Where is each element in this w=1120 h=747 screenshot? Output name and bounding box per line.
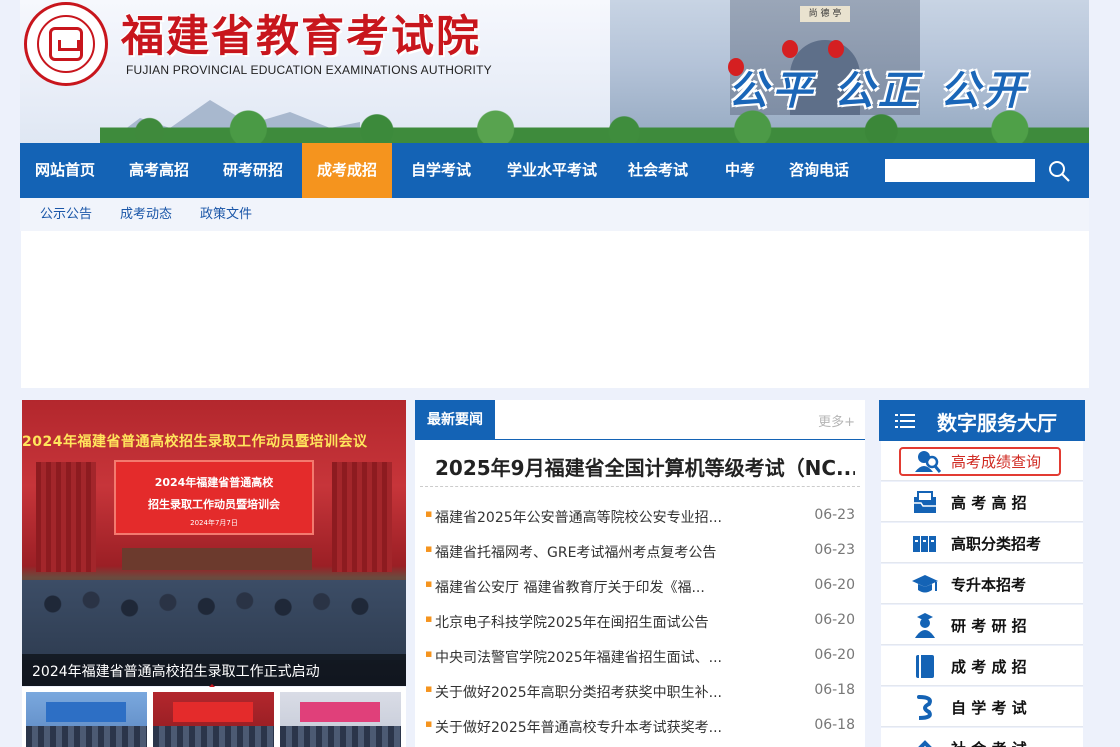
bullet-icon: ▪ — [425, 577, 433, 590]
subnav-item-news[interactable]: 成考动态 — [120, 198, 172, 231]
bullet-icon: ▪ — [425, 542, 433, 555]
news-carousel[interactable]: 2024年福建省普通高校招生录取工作动员暨培训会议 2024年福建省普通高校 招… — [22, 400, 406, 686]
nav-item-shehui[interactable]: 社会考试 — [618, 143, 698, 198]
self-study-icon — [917, 695, 932, 720]
carousel-screen: 2024年福建省普通高校 招生录取工作动员暨培训会 2024年7月7日 — [114, 460, 314, 535]
nav-item-zhongkao[interactable]: 中考 — [710, 143, 770, 198]
carousel-banner-text: 2024年福建省普通高校招生录取工作动员暨培训会议 — [22, 434, 368, 450]
news-item[interactable]: ▪ 关于做好2025年普通高校专升本考试获奖考... 06-18 — [425, 717, 855, 747]
service-item-zhuanshengben[interactable]: 专升本招考 — [881, 564, 1083, 604]
news-item[interactable]: ▪ 福建省托福网考、GRE考试福州考点复考公告 06-23 — [425, 542, 855, 577]
nav-item-hotline[interactable]: 咨询电话 — [780, 143, 858, 198]
nav-item-zixue[interactable]: 自学考试 — [396, 143, 486, 198]
service-item-gaozhi[interactable]: 高职分类招考 — [881, 523, 1083, 563]
service-item-label: 成 考 成 招 — [951, 658, 1027, 676]
service-item-score-query[interactable]: 高考成绩查询 — [881, 441, 1083, 481]
site-title: 福建省教育考试院 — [121, 12, 481, 62]
thumbnail-1[interactable] — [26, 692, 147, 747]
bullet-icon: ▪ — [425, 612, 433, 625]
nav-item-xueye[interactable]: 学业水平考试 — [492, 143, 612, 198]
service-item-shehui[interactable]: 社 会 考 试 — [881, 728, 1083, 747]
news-item[interactable]: ▪ 中央司法警官学院2025年福建省招生面试、... 06-20 — [425, 647, 855, 682]
news-more-link[interactable]: 更多+ — [818, 411, 855, 430]
news-headline[interactable]: 2025年9月福建省全国计算机等级考试（NC... — [435, 452, 855, 481]
search-input[interactable] — [885, 159, 1035, 182]
nav-item-chengkao[interactable]: 成考成招 — [302, 143, 392, 198]
graduate-icon — [915, 613, 935, 638]
thumbnail-3[interactable] — [280, 692, 401, 747]
digital-service-hall: 数字服务大厅 高考成绩查询 高 考 高 招 高职分类招考 专升本招考 研 考 研… — [879, 400, 1085, 747]
search-icon[interactable] — [1048, 160, 1070, 182]
news-item[interactable]: ▪ 关于做好2025年高职分类招考获奖中职生补... 06-18 — [425, 682, 855, 717]
bullet-icon: ▪ — [425, 717, 433, 730]
news-item[interactable]: ▪ 福建省公安厅 福建省教育厅关于印发《福... 06-20 — [425, 577, 855, 612]
service-item-label: 社 会 考 试 — [951, 738, 1027, 747]
site-logo[interactable] — [24, 2, 108, 86]
bullet-icon: ▪ — [425, 507, 433, 520]
society-icon — [918, 740, 932, 747]
subnav-item-notices[interactable]: 公示公告 — [40, 198, 92, 231]
latest-news-panel: 最新要闻 更多+ 2025年9月福建省全国计算机等级考试（NC... ▪ 福建省… — [415, 400, 865, 747]
subnav-item-policies[interactable]: 政策文件 — [200, 198, 252, 231]
carousel-thumbnails — [22, 687, 406, 747]
service-hall-title: 数字服务大厅 — [937, 411, 1057, 435]
service-item-label: 自 学 考 试 — [951, 699, 1027, 717]
main-nav: 网站首页 高考高招 研考研招 成考成招 自学考试 学业水平考试 社会考试 中考 … — [20, 143, 1089, 198]
service-item-label: 高职分类招考 — [951, 535, 1042, 553]
folder-icon — [914, 491, 936, 513]
thumbnail-2[interactable] — [153, 692, 274, 747]
service-item-label: 高 考 高 招 — [951, 494, 1027, 512]
service-item-label: 专升本招考 — [951, 576, 1027, 594]
carousel-audience — [22, 580, 406, 660]
service-item-chengkao[interactable]: 成 考 成 招 — [881, 646, 1083, 686]
news-item[interactable]: ▪ 福建省2025年公安普通高等院校公安专业招... 06-23 — [425, 507, 855, 542]
bullet-icon: ▪ — [425, 682, 433, 695]
service-item-gaokao[interactable]: 高 考 高 招 — [881, 482, 1083, 522]
slogan: 公平 公正 公开 — [728, 67, 1028, 114]
service-item-yankao[interactable]: 研 考 研 招 — [881, 605, 1083, 645]
bullet-icon: ▪ — [425, 647, 433, 660]
service-item-zixue[interactable]: 自 学 考 试 — [881, 687, 1083, 727]
tab-latest-news[interactable]: 最新要闻 — [415, 400, 495, 440]
sub-nav: 公示公告 成考动态 政策文件 — [20, 198, 1089, 231]
books-icon — [913, 536, 936, 552]
nav-item-home[interactable]: 网站首页 — [20, 143, 110, 198]
graduation-cap-icon — [912, 575, 938, 593]
list-icon — [895, 414, 915, 428]
service-item-label: 研 考 研 招 — [951, 617, 1027, 635]
search-person-icon — [915, 451, 941, 473]
site-subtitle: FUJIAN PROVINCIAL EDUCATION EXAMINATIONS… — [126, 63, 492, 77]
nav-item-gaokao[interactable]: 高考高招 — [114, 143, 204, 198]
content-blank-area — [21, 231, 1089, 388]
news-item[interactable]: ▪ 北京电子科技学院2025年在闽招生面试公告 06-20 — [425, 612, 855, 647]
service-hall-header: 数字服务大厅 — [879, 400, 1085, 441]
nav-item-yankao[interactable]: 研考研招 — [208, 143, 298, 198]
book-icon — [916, 655, 934, 678]
carousel-caption[interactable]: 2024年福建省普通高校招生录取工作正式启动 — [32, 661, 320, 681]
service-item-label: 高考成绩查询 — [951, 453, 1042, 471]
